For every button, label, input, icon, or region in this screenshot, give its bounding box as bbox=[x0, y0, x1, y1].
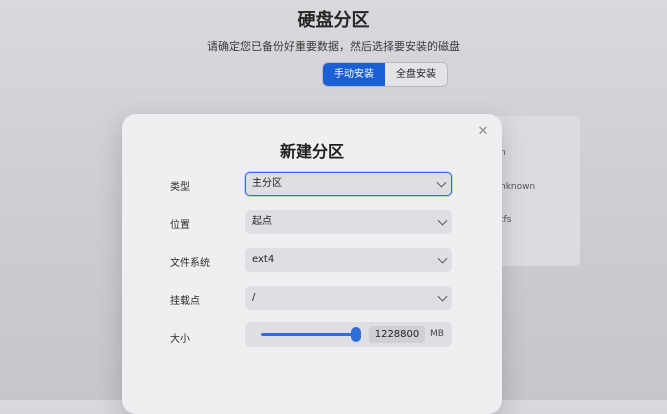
location-select-value: 起点 bbox=[252, 216, 272, 227]
chevron-down-icon bbox=[437, 215, 448, 226]
new-partition-dialog: ✕ 新建分区 类型 主分区 位置 起点 文件系统 ext4 挂载点 / 大小 1… bbox=[122, 114, 502, 414]
bg-fragment: nknown bbox=[500, 182, 536, 192]
filesystem-select-value: ext4 bbox=[252, 254, 275, 265]
mount-point-label: 挂载点 bbox=[170, 296, 200, 307]
type-select[interactable]: 主分区 bbox=[245, 172, 452, 196]
chevron-down-icon bbox=[436, 177, 447, 188]
mount-point-select-value: / bbox=[252, 292, 256, 303]
install-mode-tabs: 手动安装 全盘安装 bbox=[323, 63, 447, 86]
location-label: 位置 bbox=[170, 220, 190, 231]
size-input[interactable]: 1228800 bbox=[369, 326, 425, 343]
tab-manual-install[interactable]: 手动安装 bbox=[323, 63, 385, 86]
size-unit: MB bbox=[430, 329, 444, 339]
chevron-down-icon bbox=[437, 291, 448, 302]
dialog-title: 新建分区 bbox=[279, 142, 344, 161]
mount-point-select[interactable]: / bbox=[245, 286, 452, 310]
chevron-down-icon bbox=[437, 253, 448, 264]
size-label: 大小 bbox=[170, 334, 190, 345]
type-label: 类型 bbox=[170, 182, 190, 193]
location-select[interactable]: 起点 bbox=[245, 210, 452, 234]
type-select-value: 主分区 bbox=[252, 178, 282, 189]
size-control: 1228800 MB bbox=[245, 322, 452, 347]
size-slider-thumb[interactable] bbox=[351, 327, 361, 342]
filesystem-select[interactable]: ext4 bbox=[245, 248, 452, 272]
bg-subtitle: 请确定您已备份好重要数据，然后选择要安装的磁盘 bbox=[207, 40, 460, 53]
close-icon: ✕ bbox=[477, 124, 489, 139]
tab-full-disk-install[interactable]: 全盘安装 bbox=[385, 63, 447, 86]
bg-title: 硬盘分区 bbox=[297, 10, 370, 31]
size-slider-track[interactable] bbox=[261, 333, 357, 336]
filesystem-label: 文件系统 bbox=[170, 258, 210, 269]
